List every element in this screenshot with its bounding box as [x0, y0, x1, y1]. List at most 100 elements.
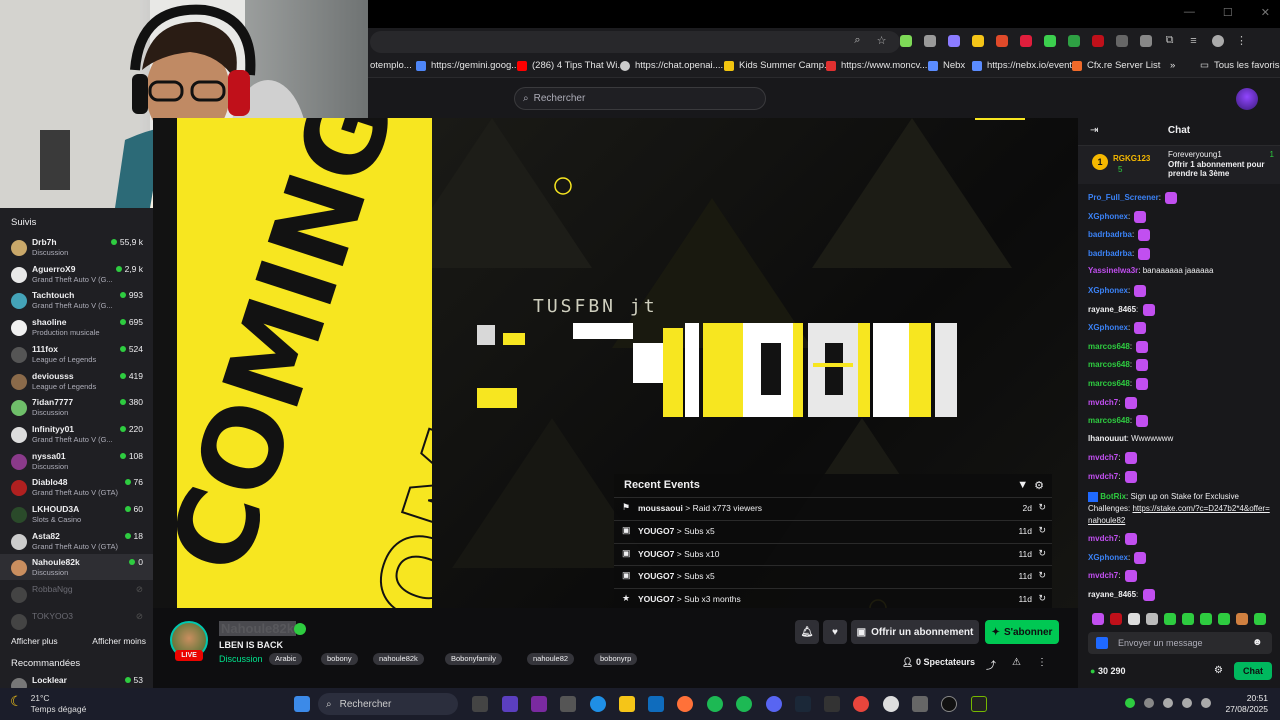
chat-username[interactable]: marcos648: [1088, 379, 1130, 388]
replay-icon[interactable]: ↻: [1038, 525, 1046, 536]
bookmark-item[interactable]: otemplo...: [370, 60, 412, 71]
emote-icon[interactable]: [1110, 613, 1122, 625]
channel-points[interactable]: ● 30 290: [1090, 666, 1125, 676]
video-player[interactable]: COMING SOON COMING SOON COMING SOON TUSF…: [153, 118, 1078, 608]
emote-icon[interactable]: [1164, 613, 1176, 625]
app-icon[interactable]: [531, 696, 547, 712]
maximize-button[interactable]: ☐: [1223, 6, 1233, 19]
sidebar-item-shaoline[interactable]: shaoline Production musicale 695: [0, 314, 153, 340]
minimize-button[interactable]: —: [1184, 6, 1195, 19]
bookmark-star-icon[interactable]: ☆: [874, 33, 889, 48]
app-icon[interactable]: [883, 696, 899, 712]
emote-icon[interactable]: [1146, 613, 1158, 625]
top-gifter-name[interactable]: RGKG123: [1113, 154, 1150, 163]
address-bar[interactable]: [370, 31, 900, 53]
all-bookmarks-folder[interactable]: ▭ Tous les favoris: [1200, 60, 1279, 71]
volume-icon[interactable]: [1182, 698, 1192, 708]
emote-icon[interactable]: [1200, 613, 1212, 625]
chat-username[interactable]: mvdch7: [1088, 571, 1118, 580]
extension-icon[interactable]: [922, 33, 937, 48]
bookmarks-overflow-button[interactable]: »: [1170, 60, 1175, 71]
sidebar-item-lkhoud3a[interactable]: LKHOUD3A Slots & Casino 60: [0, 501, 153, 527]
replay-icon[interactable]: ↻: [1038, 548, 1046, 559]
sidebar-item-diablo48[interactable]: Diablo48 Grand Theft Auto V (GTA) 76: [0, 474, 153, 500]
menu-kebab-icon[interactable]: ⋮: [1234, 33, 1249, 48]
battery-icon[interactable]: [1201, 698, 1211, 708]
firefox-icon[interactable]: [677, 696, 693, 712]
emote-icon[interactable]: [1236, 613, 1248, 625]
show-more-link[interactable]: Afficher plus: [11, 636, 58, 646]
notification-bell-button[interactable]: 🔔︎: [795, 620, 819, 644]
sidebar-item-drb7h[interactable]: Drb7h Discussion 55,9 k: [0, 234, 153, 260]
steam-icon[interactable]: [795, 696, 811, 712]
replay-icon[interactable]: ↻: [1038, 502, 1046, 513]
app-icon[interactable]: [971, 696, 987, 712]
extension-icon[interactable]: [898, 33, 913, 48]
profile-avatar-icon[interactable]: [1210, 33, 1225, 48]
chat-username[interactable]: Yassinelwa3r: [1088, 266, 1138, 275]
chat-username[interactable]: mvdch7: [1088, 454, 1118, 463]
chat-settings-gear-icon[interactable]: ⚙: [1214, 665, 1223, 676]
stream-category[interactable]: Discussion: [219, 654, 263, 664]
bookmark-item[interactable]: Kids Summer Camp...: [724, 60, 832, 71]
taskbar-search[interactable]: ⌕ Rechercher: [318, 693, 458, 715]
chat-input[interactable]: Envoyer un message: [1088, 632, 1272, 654]
chat-username[interactable]: lhanouuut: [1088, 434, 1127, 443]
task-view-icon[interactable]: [472, 696, 488, 712]
chat-username[interactable]: Pro_Full_Screener: [1088, 193, 1159, 202]
bookmark-item[interactable]: Cfx.re Server List: [1072, 60, 1160, 71]
chat-username[interactable]: rayane_8465: [1088, 305, 1136, 314]
extensions-puzzle-icon[interactable]: ⧉: [1162, 33, 1177, 48]
sidebar-item-tachtouch[interactable]: Tachtouch Grand Theft Auto V (G... 993: [0, 287, 153, 313]
chat-username[interactable]: marcos648: [1088, 416, 1130, 425]
stream-tag[interactable]: bobony: [321, 653, 358, 665]
search-input[interactable]: ⌕ Rechercher: [514, 87, 766, 110]
bookmark-item[interactable]: https://chat.openai....: [620, 60, 723, 71]
show-less-link[interactable]: Afficher moins: [92, 636, 146, 646]
sidebar-item-asta82[interactable]: Asta82 Grand Theft Auto V (GTA) 18: [0, 528, 153, 554]
chat-username[interactable]: badrbadrba: [1088, 249, 1132, 258]
spotify-icon[interactable]: [707, 696, 723, 712]
gifter-name[interactable]: Foreveryoung1: [1168, 150, 1222, 159]
subscribe-button[interactable]: ✦ S'abonner: [985, 620, 1059, 644]
emote-icon[interactable]: [1218, 613, 1230, 625]
gift-sub-button[interactable]: ▣ Offrir un abonnement: [851, 620, 979, 644]
user-avatar[interactable]: [1236, 88, 1258, 110]
app-icon[interactable]: [824, 696, 840, 712]
chat-badge-icon[interactable]: [1096, 637, 1108, 649]
sidebar-item-nahoule82k[interactable]: Nahoule82k Discussion 0: [0, 554, 153, 581]
replay-icon[interactable]: ↻: [1038, 593, 1046, 604]
app-icon[interactable]: [941, 696, 957, 712]
chat-username[interactable]: XGphonex: [1088, 212, 1128, 221]
share-icon[interactable]: ⤴: [986, 657, 996, 672]
extension-icon[interactable]: [1138, 33, 1153, 48]
chat-username[interactable]: XGphonex: [1088, 286, 1128, 295]
report-icon[interactable]: ⚠: [1012, 657, 1021, 672]
emote-icon[interactable]: [1128, 613, 1140, 625]
close-window-button[interactable]: ✕: [1261, 6, 1270, 19]
wifi-icon[interactable]: [1163, 698, 1173, 708]
extension-icon[interactable]: [994, 33, 1009, 48]
stream-tag[interactable]: Arabic: [269, 653, 303, 665]
bookmark-item[interactable]: Nebx: [928, 60, 965, 71]
tray-icon[interactable]: [1125, 698, 1135, 708]
app-icon[interactable]: [502, 696, 518, 712]
gift-sub-prompt[interactable]: Offrir 1 abonnement pour prendre la 3ème: [1168, 160, 1278, 178]
discord-icon[interactable]: [766, 696, 782, 712]
extension-icon[interactable]: [1066, 33, 1081, 48]
more-options-icon[interactable]: ⋮: [1037, 657, 1047, 672]
extension-icon[interactable]: [970, 33, 985, 48]
extension-icon[interactable]: [1018, 33, 1033, 48]
settings-icon[interactable]: [912, 696, 928, 712]
emote-icon[interactable]: [1254, 613, 1266, 625]
stream-tag[interactable]: bobonyrp: [594, 653, 638, 665]
edge-icon[interactable]: [590, 696, 606, 712]
sidebar-item-nyssa01[interactable]: nyssa01 Discussion 108: [0, 448, 153, 474]
tray-icon[interactable]: [1144, 698, 1154, 708]
chat-username[interactable]: XGphonex: [1088, 553, 1128, 562]
follow-heart-button[interactable]: ♥: [823, 620, 847, 644]
file-explorer-icon[interactable]: [619, 696, 635, 712]
sidebar-item-7idan7777[interactable]: 7idan7777 Discussion 380: [0, 394, 153, 420]
extension-icon[interactable]: [1090, 33, 1105, 48]
emote-icon[interactable]: [1182, 613, 1194, 625]
